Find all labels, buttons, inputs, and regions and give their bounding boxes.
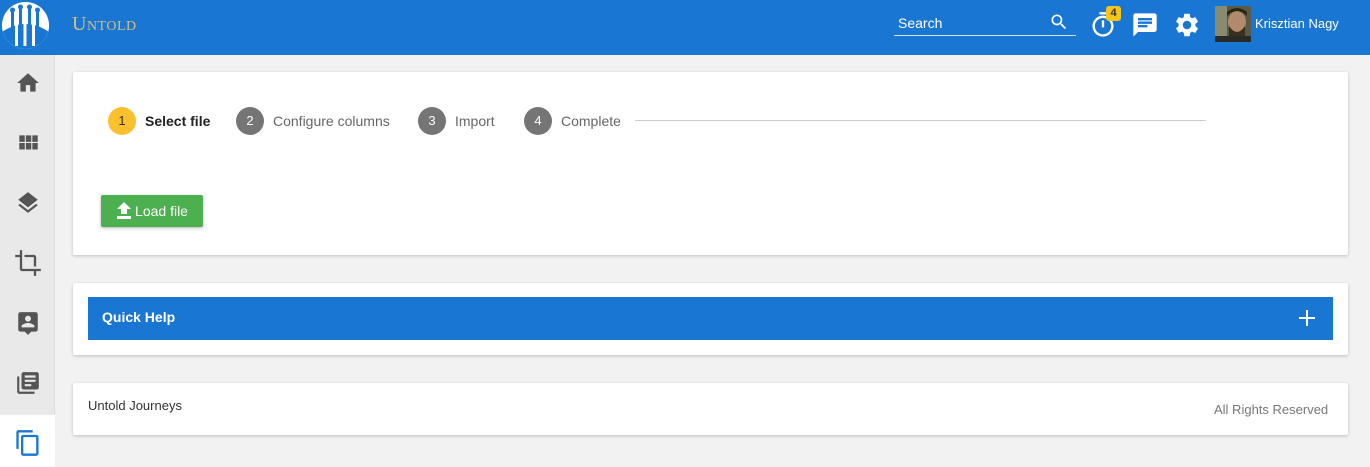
brand-title[interactable]: Untold [72,13,137,36]
avatar[interactable] [1215,6,1251,42]
gear-icon[interactable] [1173,11,1201,41]
sidebar-item-layers[interactable] [0,175,55,235]
step-import[interactable]: 3 Import [418,107,495,135]
step-label: Complete [561,113,621,129]
top-app-bar: Untold 4 Krisztian Nagy [0,0,1370,55]
step-number: 3 [418,107,446,135]
sidebar-item-crop[interactable] [0,235,55,295]
footer-copyright: All Rights Reserved [1214,402,1329,417]
quick-help-title: Quick Help [102,309,176,325]
step-number: 2 [236,107,264,135]
expand-plus-icon[interactable] [1298,309,1316,332]
sidebar [0,55,55,467]
quick-help-header[interactable]: Quick Help [88,297,1333,340]
stepper-divider [635,120,1206,121]
step-label: Import [455,113,495,129]
logo-icon[interactable] [2,2,49,49]
grid-icon [15,130,41,161]
contact-icon [15,309,41,342]
library-books-icon [15,370,41,401]
home-icon [15,70,41,101]
import-wizard-card [73,72,1348,255]
username[interactable]: Krisztian Nagy [1255,16,1339,31]
footer-company: Untold Journeys [88,398,182,413]
step-complete[interactable]: 4 Complete [524,107,621,135]
load-file-label: Load file [135,203,188,219]
search-box [894,11,1076,36]
sidebar-item-copy[interactable] [0,415,55,467]
footer-card [73,383,1348,435]
load-file-button[interactable]: Load file [101,195,203,227]
copy-icon [14,429,42,462]
chat-icon[interactable] [1131,11,1159,41]
step-configure-columns[interactable]: 2 Configure columns [236,107,390,135]
sidebar-item-contact[interactable] [0,295,55,355]
timer-badge: 4 [1106,6,1121,21]
crop-icon [14,249,42,282]
layers-icon [15,190,41,221]
search-icon[interactable] [1049,12,1069,37]
step-label: Configure columns [273,113,390,129]
search-input[interactable] [898,13,1043,33]
sidebar-item-home[interactable] [0,55,55,115]
upload-icon [117,202,132,219]
step-number: 4 [524,107,552,135]
step-number: 1 [108,107,136,135]
step-select-file[interactable]: 1 Select file [108,107,210,135]
step-label: Select file [145,113,211,129]
sidebar-item-library[interactable] [0,355,55,415]
sidebar-item-grid[interactable] [0,115,55,175]
